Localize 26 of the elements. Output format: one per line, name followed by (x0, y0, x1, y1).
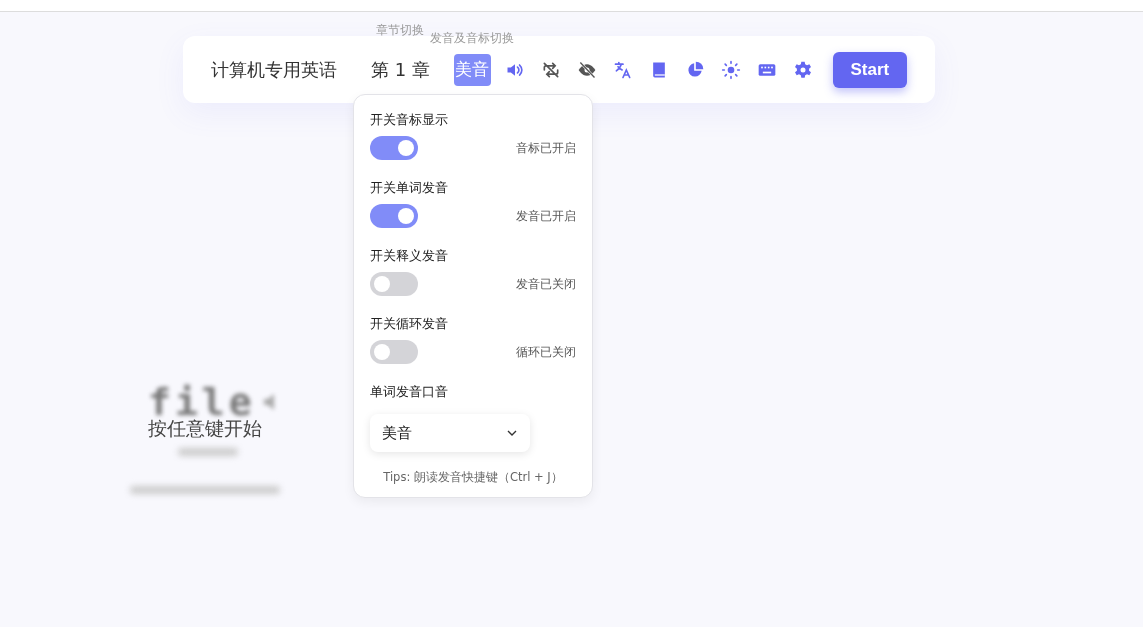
chapter-selector[interactable]: 第 1 章 (371, 57, 430, 82)
toggle-switch[interactable] (370, 340, 418, 364)
eye-off-icon[interactable] (576, 59, 597, 80)
translate-icon[interactable] (612, 59, 633, 80)
sun-icon[interactable] (720, 59, 741, 80)
toggle-switch[interactable] (370, 272, 418, 296)
status-text: 音标已开启 (516, 140, 576, 156)
start-button[interactable]: Start (832, 51, 907, 88)
status-text: 发音已关闭 (516, 276, 576, 292)
tooltip-label: 发音及音标切换 (430, 30, 514, 47)
status-text: 循环已关闭 (516, 344, 576, 360)
setting-label: 开关音标显示 (370, 111, 449, 129)
repeat-off-icon[interactable] (540, 59, 561, 80)
toggle-switch[interactable] (370, 136, 418, 160)
settings-icon[interactable] (792, 59, 813, 80)
setting-label: 开关循环发音 (370, 315, 449, 333)
accent-select[interactable]: 美音 (370, 414, 530, 452)
toggle-switch[interactable] (370, 204, 418, 228)
blurred-text-drawing (178, 448, 238, 456)
tips-text: Tips: 朗读发音快捷键（Ctrl + J） (383, 470, 563, 485)
tooltip-label: 章节切换 (376, 22, 424, 39)
dictionary-selector[interactable]: 计算机专用英语 (211, 57, 337, 82)
setting-label: 单词发音口音 (370, 383, 448, 401)
setting-label: 开关释义发音 (370, 247, 449, 265)
setting-label: 开关单词发音 (370, 179, 449, 197)
status-text: 发音已开启 (516, 208, 576, 224)
